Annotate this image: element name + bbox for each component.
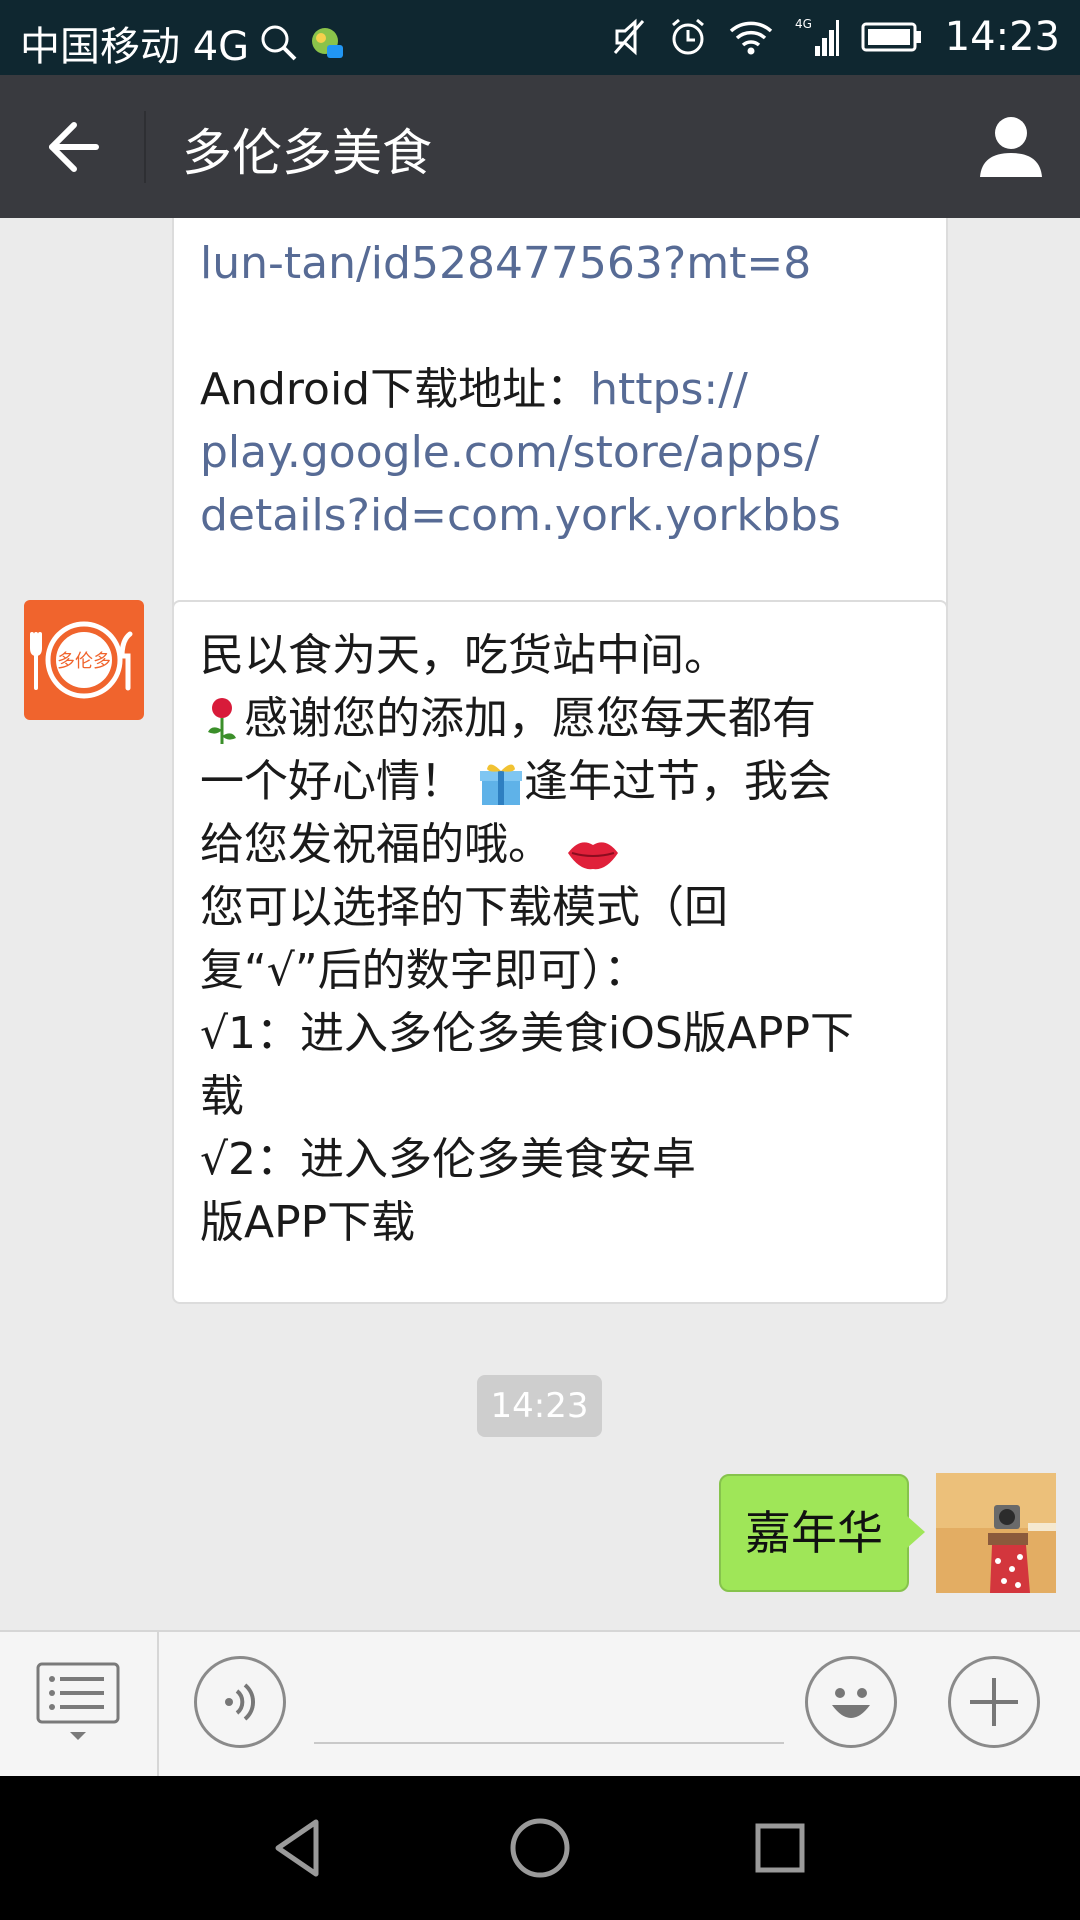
profile-button[interactable]	[978, 113, 1044, 179]
status-left: 中国移动 4G	[20, 14, 345, 72]
person-icon	[980, 117, 1042, 177]
circle-home-icon	[510, 1818, 570, 1878]
list-menu-icon	[36, 1662, 120, 1740]
gift-icon	[478, 761, 524, 807]
title-bar: 多伦多美食	[0, 75, 1080, 218]
my-avatar[interactable]	[936, 1473, 1056, 1593]
carrier-label: 中国移动 4G	[20, 24, 250, 70]
welcome-line-5: 您可以选择的下载模式（回	[200, 882, 728, 933]
triangle-back-icon	[275, 1819, 319, 1877]
mute-icon	[611, 17, 647, 57]
timestamp-badge: 14:23	[477, 1375, 602, 1437]
battery-icon	[861, 21, 923, 53]
chat-area[interactable]: lun-tan/id528477563?mt=8 Android下载地址：htt…	[0, 218, 1080, 1630]
welcome-line-6: 复“√”后的数字即可）：	[200, 945, 648, 996]
welcome-line-2: 感谢您的添加，愿您每天都有	[244, 693, 816, 744]
app-notification-icon	[309, 25, 345, 61]
status-right: 4G 14:23	[611, 14, 1060, 60]
restaurant-logo-icon: 多伦多	[30, 621, 133, 699]
menu-toggle-button[interactable]	[36, 1662, 120, 1742]
square-recents-icon	[755, 1823, 805, 1873]
welcome-line-9: √2：进入多伦多美食安卓	[200, 1134, 697, 1185]
welcome-line-4: 给您发祝福的哦。	[200, 819, 552, 870]
nav-recents-button[interactable]	[740, 1808, 820, 1888]
voice-button[interactable]	[194, 1656, 286, 1748]
welcome-line-1: 民以食为天，吃货站中间。	[200, 630, 728, 681]
title-separator	[144, 111, 146, 183]
plus-icon	[970, 1678, 1018, 1726]
android-link-part2[interactable]: play.google.com/store/apps/	[200, 427, 819, 478]
input-divider	[157, 1632, 159, 1778]
android-link-part1[interactable]: https://	[590, 364, 748, 415]
chat-title: 多伦多美食	[182, 124, 432, 182]
welcome-line-3b: 逢年过节，我会	[524, 756, 832, 807]
wifi-icon	[729, 19, 773, 55]
status-bar: 中国移动 4G 4G 14:23	[0, 0, 1080, 75]
input-bar	[0, 1630, 1080, 1778]
lips-icon	[566, 827, 620, 870]
android-link-part3[interactable]: details?id=com.york.yorkbbs	[200, 490, 841, 541]
smiley-icon	[832, 1688, 870, 1718]
search-icon	[259, 23, 299, 63]
back-button[interactable]	[44, 117, 104, 177]
user-photo-icon	[936, 1473, 1056, 1593]
message-bubble-welcome[interactable]: 民以食为天，吃货站中间。 感谢您的添加，愿您每天都有 一个好心情！ 逢年过节，我…	[172, 600, 948, 1304]
rose-icon	[200, 696, 244, 746]
welcome-line-7: √1：进入多伦多美食iOS版APP下	[200, 1008, 854, 1059]
bot-avatar[interactable]: 多伦多	[24, 600, 144, 720]
more-button[interactable]	[948, 1656, 1040, 1748]
my-message-bubble[interactable]: 嘉年华	[719, 1474, 925, 1592]
welcome-line-3: 一个好心情！	[200, 756, 464, 807]
status-time: 14:23	[944, 14, 1060, 60]
voice-icon	[225, 1683, 256, 1721]
android-label: Android下载地址：	[200, 364, 591, 415]
avatar-text: 多伦多	[57, 651, 111, 672]
welcome-line-8: 载	[200, 1071, 244, 1122]
system-nav-bar	[0, 1776, 1080, 1920]
alarm-icon	[669, 17, 707, 57]
nav-home-button[interactable]	[500, 1808, 580, 1888]
svg-text:4G: 4G	[795, 17, 812, 31]
welcome-line-10: 版APP下载	[200, 1197, 416, 1248]
ios-link-tail[interactable]: lun-tan/id528477563?mt=8	[200, 238, 811, 289]
nav-back-button[interactable]	[260, 1808, 340, 1888]
arrow-left-icon	[49, 122, 99, 172]
signal-icon: 4G	[795, 16, 839, 58]
message-input[interactable]	[314, 1668, 784, 1744]
emoji-button[interactable]	[805, 1656, 897, 1748]
